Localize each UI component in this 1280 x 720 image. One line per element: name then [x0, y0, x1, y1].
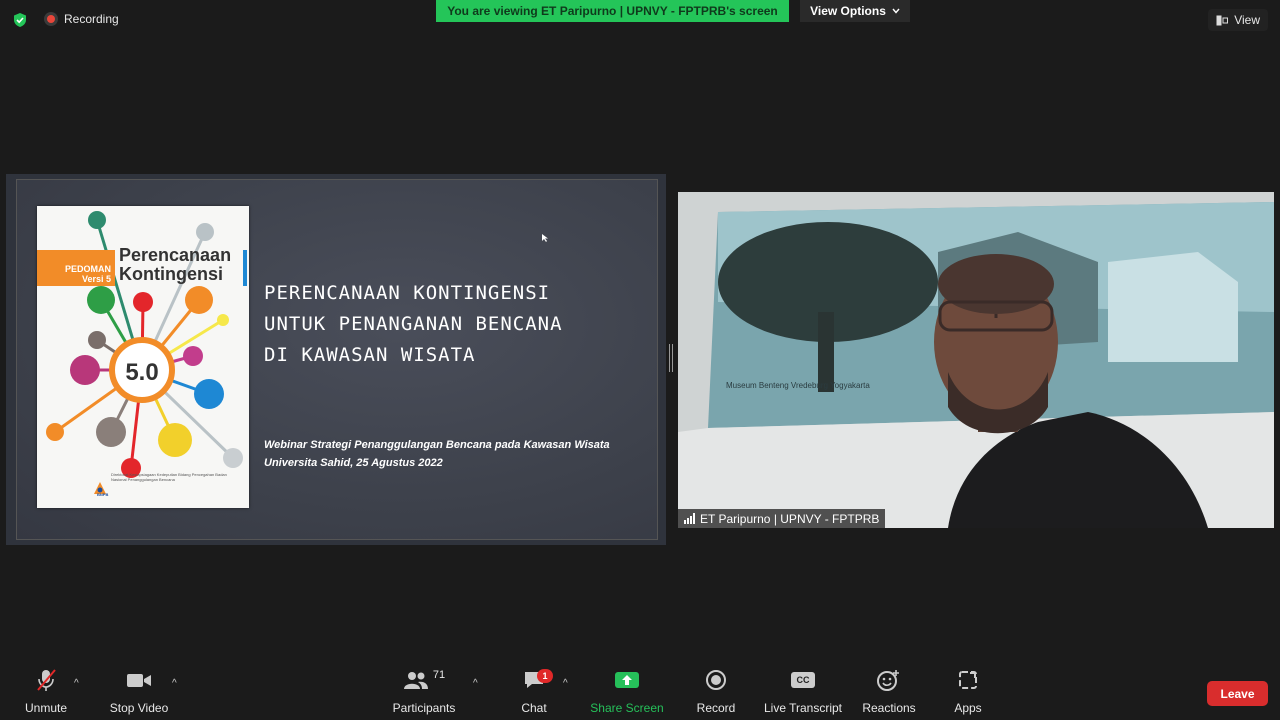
slide-subtitle-line1: Webinar Strategi Penanggulangan Bencana … — [264, 439, 610, 451]
zoom-meeting-window: Recording You are viewing ET Paripurno |… — [0, 0, 1280, 720]
mouse-cursor-icon — [542, 234, 548, 242]
record-label: Record — [696, 701, 736, 715]
closed-caption-icon: CC — [791, 672, 815, 688]
video-frame-image: Museum Benteng Vredeburg Yogyakarta — [678, 192, 1274, 528]
view-label: View — [1234, 13, 1260, 27]
view-layout-icon — [1216, 15, 1229, 25]
recording-indicator[interactable]: Recording — [44, 12, 119, 26]
unmute-label: Unmute — [24, 701, 68, 715]
video-options-caret-icon[interactable]: ^ — [172, 678, 177, 689]
slide-title-line1: Perencanaan Kontingensi — [264, 282, 551, 304]
audio-options-caret-icon[interactable]: ^ — [74, 678, 79, 689]
poster-caption: Museum Benteng Vredeburg Yogyakarta — [726, 381, 870, 390]
cover-accent-bar — [243, 250, 247, 286]
slide-title-line2: untuk Penanganan Bencana — [264, 313, 563, 335]
cover-pedoman: PEDOMAN — [64, 264, 111, 274]
participants-label: Participants — [392, 701, 456, 715]
chat-unread-badge: 1 — [537, 669, 553, 683]
split-view-divider[interactable] — [669, 344, 673, 372]
chat-label: Chat — [521, 701, 547, 715]
recording-icon — [44, 12, 58, 26]
cover-logo-text: BNPB — [97, 492, 109, 497]
participants-icon — [403, 672, 428, 689]
share-screen-button[interactable]: Share Screen — [590, 664, 664, 720]
cover-title-line2: Kontingensi — [119, 264, 223, 284]
video-camera-icon — [127, 674, 151, 687]
chevron-down-icon — [892, 8, 900, 14]
apps-label: Apps — [954, 701, 982, 715]
cover-pedoman-label: PEDOMAN Versi 5 — [37, 250, 115, 286]
slide-subtitle-line2: Universita Sahid, 25 Agustus 2022 — [264, 457, 443, 469]
live-transcript-button[interactable]: CC Live Transcript — [764, 664, 842, 720]
participants-caret-icon[interactable]: ^ — [473, 678, 478, 689]
cover-versi: Versi 5 — [81, 274, 111, 284]
participant-name: ET Paripurno | UPNVY - FPTPRB — [700, 511, 880, 526]
record-button[interactable]: Record — [694, 664, 738, 720]
record-icon — [706, 670, 726, 690]
leave-label: Leave — [1220, 686, 1255, 701]
leave-button[interactable]: Leave — [1207, 681, 1268, 706]
apps-icon — [959, 671, 977, 689]
slide-subtitle: Webinar Strategi Penanggulangan Bencana … — [264, 436, 644, 472]
live-transcript-label: Live Transcript — [763, 701, 843, 715]
meeting-toolbar: Unmute ^ Stop Video ^ 71 Participants ^ … — [0, 664, 1280, 720]
participants-count: 71 — [432, 669, 446, 681]
chat-caret-icon[interactable]: ^ — [563, 678, 568, 689]
view-options-label: View Options — [810, 4, 886, 18]
stop-video-label: Stop Video — [109, 701, 169, 715]
slide-title-line3: di Kawasan Wisata — [264, 344, 476, 366]
signal-strength-icon — [684, 513, 695, 524]
viewing-screen-banner: You are viewing ET Paripurno | UPNVY - F… — [436, 0, 789, 22]
book-cover-image: 5.0 PEDOMAN Versi 5 Perencanaan Kontinge… — [37, 206, 249, 508]
participant-video[interactable]: Museum Benteng Vredeburg Yogyakarta — [678, 192, 1274, 528]
share-screen-label: Share Screen — [590, 701, 664, 715]
security-shield-icon[interactable] — [12, 12, 28, 28]
slide-title: Perencanaan Kontingensi untuk Penanganan… — [264, 278, 644, 371]
participants-button[interactable]: 71 Participants — [392, 664, 456, 720]
cover-title: Perencanaan Kontingensi — [119, 246, 231, 284]
reactions-label: Reactions — [862, 701, 916, 715]
view-button[interactable]: View — [1208, 9, 1268, 31]
share-screen-arrow-icon — [615, 672, 639, 688]
cover-org-text: Direktorat Kesiapsiagaan Kedeputian Bida… — [111, 472, 227, 482]
cover-version-number: 5.0 — [125, 359, 158, 386]
recording-label: Recording — [64, 12, 119, 26]
smiley-add-icon — [877, 670, 899, 691]
apps-button[interactable]: Apps — [950, 664, 986, 720]
view-options-button[interactable]: View Options — [800, 0, 910, 22]
stop-video-button[interactable]: Stop Video — [106, 664, 172, 720]
banner-text: You are viewing ET Paripurno | UPNVY - F… — [447, 4, 778, 18]
cc-icon-text: CC — [796, 675, 810, 685]
reactions-button[interactable]: Reactions — [862, 664, 916, 720]
muted-microphone-icon — [37, 669, 56, 691]
cover-title-line1: Perencanaan — [119, 245, 232, 265]
participant-name-label: ET Paripurno | UPNVY - FPTPRB — [678, 509, 886, 528]
unmute-button[interactable]: Unmute — [20, 664, 72, 720]
